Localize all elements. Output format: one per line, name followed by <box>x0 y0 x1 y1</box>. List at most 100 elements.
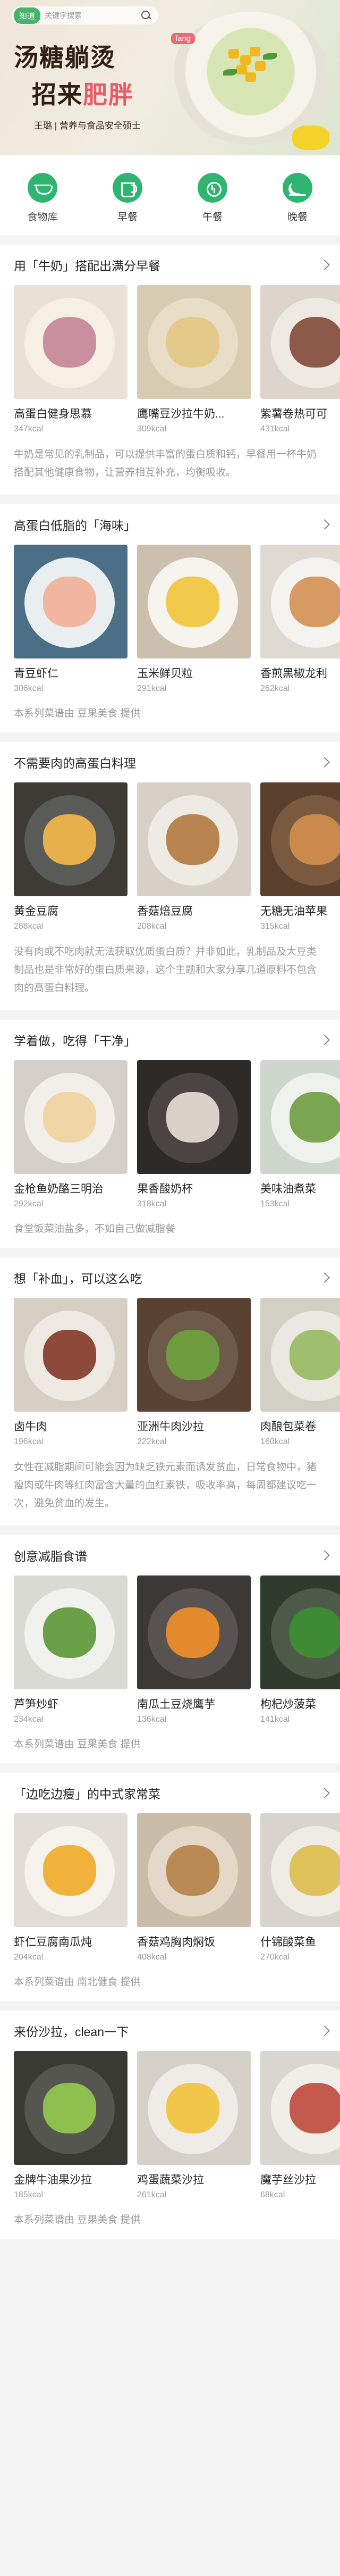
recipe-card[interactable]: 什锦酸菜鱼 270kcal <box>260 1813 340 1962</box>
recipe-image[interactable] <box>260 1575 340 1689</box>
chevron-right-icon[interactable] <box>319 260 330 270</box>
section-header[interactable]: 想「补血」，可以这么吃 <box>0 1257 340 1298</box>
recipe-card[interactable]: 鹰嘴豆沙拉牛奶... 309kcal <box>137 285 251 434</box>
recipe-name: 香煎黑椒龙利 <box>260 668 327 680</box>
recipe-name: 金牌牛油果沙拉 <box>14 2174 92 2186</box>
chevron-right-icon[interactable] <box>319 1788 330 1798</box>
recipe-image[interactable] <box>260 1298 340 1412</box>
chevron-right-icon[interactable] <box>319 519 330 530</box>
hero-subtitle-highlight: 肥胖 <box>83 80 134 109</box>
recipe-card[interactable]: 香菇焙豆腐 208kcal <box>137 782 251 931</box>
recipe-image[interactable] <box>14 1813 128 1927</box>
recipe-image[interactable] <box>14 1298 128 1412</box>
recipe-card[interactable]: 玉米鲜贝粒 291kcal <box>137 545 251 694</box>
recipe-card[interactable]: 美味油煮菜 153kcal <box>260 1060 340 1209</box>
search-category[interactable]: 知道 <box>14 7 41 24</box>
recipe-image[interactable] <box>260 2051 340 2165</box>
section-header[interactable]: 不需要肉的高蛋白料理 <box>0 742 340 782</box>
recipe-image[interactable] <box>137 1575 251 1689</box>
sun-icon <box>198 172 227 203</box>
section-source: 本系列菜谱由 南北健食 提供 <box>14 1977 141 1988</box>
recipe-image[interactable] <box>137 1813 251 1927</box>
chevron-right-icon[interactable] <box>319 1035 330 1045</box>
recipe-card[interactable]: 紫薯卷热可可 431kcal <box>260 285 340 434</box>
recipe-image[interactable] <box>137 1060 251 1174</box>
recipe-name: 金枪鱼奶酪三明治 <box>14 1183 103 1195</box>
recipe-card[interactable]: 香菇鸡胸肉焖饭 408kcal <box>137 1813 251 1962</box>
recipe-calories: 288kcal <box>14 922 44 931</box>
recipe-card[interactable]: 鸡蛋蔬菜沙拉 261kcal <box>137 2051 251 2200</box>
section-header[interactable]: 高蛋白低脂的「海味」 <box>0 504 340 545</box>
recipe-calories: 408kcal <box>137 1953 167 1962</box>
recipe-image[interactable] <box>14 2051 128 2165</box>
recipe-image[interactable] <box>260 1060 340 1174</box>
recipe-card[interactable]: 果香酸奶杯 318kcal <box>137 1060 251 1209</box>
section-title: 用「牛奶」搭配出满分早餐 <box>14 259 160 273</box>
recipe-card[interactable]: 金牌牛油果沙拉 185kcal <box>14 2051 128 2200</box>
recipe-name: 青豆虾仁 <box>14 668 58 680</box>
nav-dinner[interactable]: 晚餐 <box>266 172 329 223</box>
section-header[interactable]: 「边吃边瘦」的中式家常菜 <box>0 1773 340 1813</box>
herb-garnish <box>223 69 237 76</box>
hero-author: 王璐 | 营养与食品安全硕士 <box>34 121 141 131</box>
recipe-image[interactable] <box>14 1060 128 1174</box>
recipe-card[interactable]: 金枪鱼奶酪三明治 292kcal <box>14 1060 128 1209</box>
food-shape <box>290 317 340 368</box>
search-icon[interactable] <box>140 10 152 21</box>
recipe-card[interactable]: 魔芋丝沙拉 68kcal <box>260 2051 340 2200</box>
recipe-card[interactable]: 亚洲牛肉沙拉 222kcal <box>137 1298 251 1447</box>
recipe-image[interactable] <box>14 285 128 399</box>
recipe-card[interactable]: 无糖无油苹果 315kcal <box>260 782 340 931</box>
search-bar[interactable]: 知道 关键字搜索 <box>12 6 158 24</box>
recipe-image[interactable] <box>260 285 340 399</box>
section-title: 想「补血」，可以这么吃 <box>14 1272 142 1286</box>
recipe-image[interactable] <box>260 545 340 658</box>
recipe-section: 「边吃边瘦」的中式家常菜 虾仁豆腐南瓜炖 204kcal 香菇鸡胸肉焖饭 408kcal… <box>0 1773 340 2001</box>
recipe-card[interactable]: 芦笋炒虾 234kcal <box>14 1575 128 1724</box>
nav-lunch[interactable]: 午餐 <box>181 172 244 223</box>
recipe-image[interactable] <box>14 782 128 896</box>
nav-breakfast[interactable]: 早餐 <box>96 172 159 223</box>
recipe-image[interactable] <box>260 1813 340 1927</box>
recipe-name: 紫薯卷热可可 <box>260 408 327 420</box>
chevron-right-icon[interactable] <box>319 757 330 768</box>
recipe-name: 鸡蛋蔬菜沙拉 <box>137 2174 204 2186</box>
search-input[interactable]: 关键字搜索 <box>45 10 140 21</box>
recipe-section: 想「补血」，可以这么吃卤牛肉 196kcal 亚洲牛肉沙拉 222kcal 肉酿包菜卷 1… <box>0 1257 340 1525</box>
recipe-calories: 208kcal <box>137 922 167 931</box>
section-source: 本系列菜谱由 豆果美食 提供 <box>14 708 141 719</box>
hero-banner[interactable]: 知道 关键字搜索 汤糖躺烫 fang 招来肥胖 王璐 | 营养与食品安全硕士 <box>0 0 340 155</box>
recipe-card[interactable]: 枸杞炒菠菜 141kcal <box>260 1575 340 1724</box>
chevron-right-icon[interactable] <box>319 1550 330 1561</box>
recipe-name: 美味油煮菜 <box>260 1183 316 1195</box>
recipe-image[interactable] <box>260 782 340 896</box>
recipe-card[interactable]: 卤牛肉 196kcal <box>14 1298 128 1447</box>
recipe-name: 香菇焙豆腐 <box>137 905 193 918</box>
chevron-right-icon[interactable] <box>319 1272 330 1283</box>
recipe-image[interactable] <box>137 782 251 896</box>
recipe-card[interactable]: 高蛋白健身思慕 347kcal <box>14 285 128 434</box>
recipe-image[interactable] <box>137 285 251 399</box>
section-title: 不需要肉的高蛋白料理 <box>14 756 136 770</box>
recipe-image[interactable] <box>137 545 251 658</box>
section-header[interactable]: 用「牛奶」搭配出满分早餐 <box>0 245 340 285</box>
recipe-calories: 318kcal <box>137 1199 167 1208</box>
nav-food-library[interactable]: 食物库 <box>11 172 74 223</box>
section-header[interactable]: 学着做，吃得「干净」 <box>0 1020 340 1060</box>
recipe-card[interactable]: 黄金豆腐 288kcal <box>14 782 128 931</box>
recipe-card[interactable]: 肉酿包菜卷 160kcal <box>260 1298 340 1447</box>
recipe-image[interactable] <box>137 1298 251 1412</box>
recipe-image[interactable] <box>137 2051 251 2165</box>
section-header[interactable]: 来份沙拉，clean一下 <box>0 2011 340 2051</box>
chevron-right-icon[interactable] <box>319 2025 330 2036</box>
section-header[interactable]: 创意减脂食谱 <box>0 1535 340 1575</box>
recipe-image[interactable] <box>14 545 128 658</box>
recipe-calories: 262kcal <box>260 684 290 693</box>
recipe-calories: 204kcal <box>14 1953 44 1962</box>
recipe-card[interactable]: 香煎黑椒龙利 262kcal <box>260 545 340 694</box>
recipe-card[interactable]: 南瓜土豆烧鹰芋 136kcal <box>137 1575 251 1724</box>
recipe-card[interactable]: 青豆虾仁 306kcal <box>14 545 128 694</box>
recipe-image[interactable] <box>14 1575 128 1689</box>
corn-garnish <box>245 72 256 82</box>
recipe-card[interactable]: 虾仁豆腐南瓜炖 204kcal <box>14 1813 128 1962</box>
